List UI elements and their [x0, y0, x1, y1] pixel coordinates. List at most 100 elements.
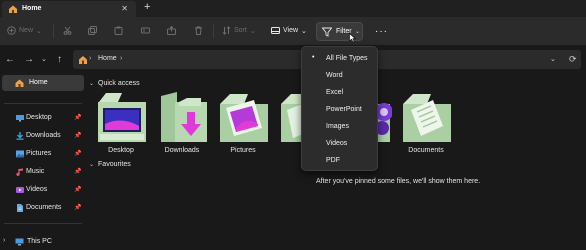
- tab-strip: Home ✕ +: [0, 0, 586, 17]
- close-tab-icon[interactable]: ✕: [121, 4, 128, 13]
- view-button[interactable]: View ⌄: [271, 26, 307, 35]
- rename-button[interactable]: [141, 26, 150, 35]
- documents-folder-icon: [403, 94, 451, 142]
- chevron-down-icon: ⌄: [36, 27, 42, 35]
- paste-button[interactable]: [114, 26, 123, 35]
- filter-option-videos[interactable]: Videos: [302, 135, 379, 152]
- chevron-down-icon: ⌄: [89, 162, 95, 168]
- download-icon: [16, 132, 24, 140]
- tile-label: Downloads: [164, 147, 200, 154]
- sidebar-item-label: This PC: [27, 238, 52, 245]
- pin-icon[interactable]: 📌: [74, 150, 81, 157]
- sidebar-item-label: Pictures: [26, 150, 52, 157]
- selected-bullet-icon: •: [312, 54, 315, 61]
- more-options-button[interactable]: ···: [375, 26, 388, 37]
- trash-icon: [195, 26, 202, 35]
- pictures-folder-icon: [220, 94, 268, 142]
- sort-button[interactable]: Sort ⌄: [222, 26, 256, 35]
- filter-dropdown-menu: • All File Types Word Excel PowerPoint I…: [301, 46, 378, 171]
- divider: [53, 24, 54, 38]
- command-bar: New ⌄ Sort ⌄ View ⌄ Filter ⌄ ···: [0, 17, 586, 45]
- pin-icon[interactable]: 📌: [74, 186, 81, 193]
- favourites-header[interactable]: ⌄ Favourites: [89, 161, 131, 168]
- address-row: ← → ⌄ ↑ › Home › ⌄ ⟳: [0, 45, 586, 75]
- computer-icon: [15, 238, 24, 246]
- pin-icon[interactable]: 📌: [74, 132, 81, 139]
- sidebar-item-music[interactable]: Music 📌: [14, 166, 84, 179]
- sidebar-item-home[interactable]: Home: [2, 75, 84, 91]
- filter-option-powerpoint[interactable]: PowerPoint: [302, 101, 379, 118]
- new-tab-button[interactable]: +: [144, 1, 150, 13]
- divider: [4, 103, 82, 104]
- filter-option-label: All File Types: [326, 55, 368, 62]
- pin-icon[interactable]: 📌: [74, 114, 81, 121]
- filter-option-excel[interactable]: Excel: [302, 84, 379, 101]
- sort-label: Sort: [234, 27, 247, 34]
- share-button[interactable]: [167, 26, 176, 35]
- cut-icon: [63, 26, 72, 35]
- delete-button[interactable]: [194, 26, 203, 35]
- videos-icon: [16, 187, 24, 193]
- sidebar-item-label: Home: [29, 79, 48, 86]
- music-icon: [16, 168, 23, 176]
- sidebar-item-label: Videos: [26, 186, 48, 193]
- back-arrow-icon[interactable]: ←: [5, 54, 15, 65]
- copy-button[interactable]: [88, 26, 97, 35]
- rename-icon: [141, 27, 150, 34]
- sort-icon: [222, 26, 231, 35]
- up-arrow-icon[interactable]: ↑: [57, 54, 62, 65]
- empty-favourites-message: After you've pinned some files, we'll sh…: [316, 178, 481, 185]
- cut-button[interactable]: [63, 26, 72, 35]
- chevron-down-icon[interactable]: ⌄: [41, 55, 47, 63]
- copy-icon: [88, 26, 97, 35]
- tile-label: Documents: [408, 147, 444, 154]
- divider: [4, 223, 82, 224]
- chevron-down-icon[interactable]: ⌄: [550, 55, 556, 63]
- divider: [213, 24, 214, 38]
- sidebar-item-videos[interactable]: Videos 📌: [14, 184, 84, 197]
- filter-option-word[interactable]: Word: [302, 67, 379, 84]
- new-label: New: [19, 27, 34, 34]
- tile-label: Desktop: [108, 147, 134, 154]
- sidebar-item-downloads[interactable]: Downloads 📌: [14, 130, 84, 143]
- view-icon: [271, 27, 280, 34]
- forward-arrow-icon[interactable]: →: [24, 54, 34, 65]
- filter-option-label: Word: [326, 72, 343, 79]
- pin-icon[interactable]: 📌: [74, 204, 81, 211]
- tile-downloads[interactable]: Downloads: [152, 90, 212, 158]
- pin-icon[interactable]: 📌: [74, 168, 81, 175]
- filter-option-label: Images: [326, 123, 349, 130]
- tile-pictures[interactable]: Pictures: [213, 90, 273, 158]
- chevron-down-icon: ⌄: [249, 27, 256, 35]
- desktop-folder-icon: [98, 93, 146, 142]
- chevron-right-icon[interactable]: ›: [3, 237, 5, 244]
- filter-option-label: PowerPoint: [326, 106, 362, 113]
- quick-access-header[interactable]: ⌄ Quick access: [89, 80, 140, 87]
- home-icon: [9, 5, 17, 13]
- filter-option-pdf[interactable]: PDF: [302, 152, 379, 169]
- tile-label: Pictures: [230, 147, 256, 154]
- filter-option-images[interactable]: Images: [302, 118, 379, 135]
- tab-title: Home: [22, 5, 42, 12]
- pictures-icon: [16, 150, 24, 158]
- sidebar-item-desktop[interactable]: Desktop 📌: [14, 112, 84, 125]
- section-title: Quick access: [98, 80, 140, 87]
- sidebar-item-pictures[interactable]: Pictures 📌: [14, 148, 84, 161]
- filter-option-label: PDF: [326, 157, 340, 164]
- section-title: Favourites: [98, 161, 131, 168]
- sidebar: Home Desktop 📌 Downloads 📌 Pictures 📌 Mu…: [0, 75, 86, 250]
- tile-documents[interactable]: Documents: [396, 90, 456, 158]
- filter-option-all-file-types[interactable]: • All File Types: [302, 50, 379, 67]
- sidebar-item-label: Documents: [26, 204, 62, 211]
- tile-desktop[interactable]: Desktop: [91, 90, 151, 158]
- refresh-icon[interactable]: ⟳: [569, 54, 577, 65]
- home-icon: [15, 79, 24, 87]
- new-button[interactable]: New ⌄: [7, 26, 42, 35]
- downloads-folder-icon: [161, 92, 207, 142]
- tab-home[interactable]: Home ✕: [2, 1, 136, 17]
- home-icon: [79, 56, 87, 64]
- breadcrumb-home[interactable]: Home: [98, 55, 117, 62]
- chevron-right-icon[interactable]: ›: [120, 55, 122, 62]
- sidebar-item-documents[interactable]: Documents 📌: [14, 202, 84, 215]
- sidebar-item-this-pc[interactable]: › This PC: [3, 236, 83, 248]
